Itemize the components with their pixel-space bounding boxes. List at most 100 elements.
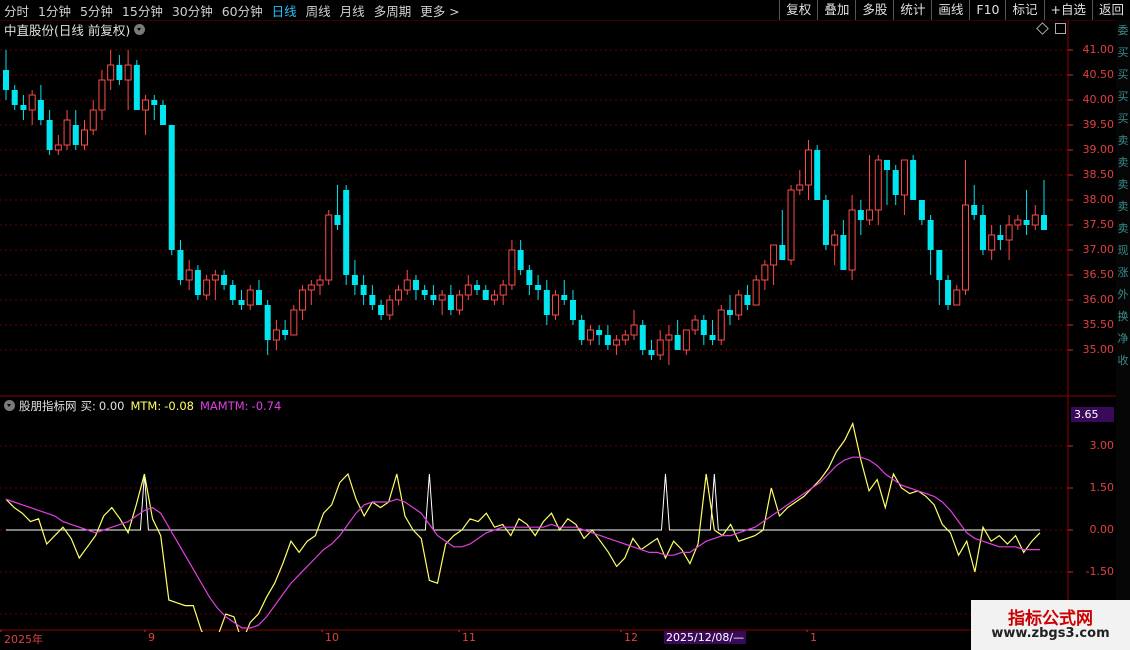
- candle-body-down: [447, 295, 454, 310]
- period-tab-0[interactable]: 分时: [4, 1, 29, 20]
- candle-body-up: [325, 214, 333, 281]
- candle-body-down: [883, 160, 890, 170]
- price-tick-label: 40.00: [1082, 93, 1115, 106]
- candle-body-down: [160, 105, 167, 125]
- candle-body-up: [630, 324, 638, 336]
- toolbar-button-4[interactable]: 画线: [931, 0, 969, 20]
- candle-body-down: [37, 100, 44, 120]
- candle-body-down: [282, 330, 289, 335]
- candle-body-down: [918, 200, 925, 220]
- indicator-name: 股朋指标网: [19, 398, 77, 413]
- candle-body-up: [552, 294, 560, 316]
- indicator-header: 股朋指标网 买: 0.00 MTM: -0.08 MAMTM: -0.74: [4, 398, 281, 413]
- period-tab-3[interactable]: 15分钟: [122, 1, 163, 20]
- candle-body-down: [177, 250, 184, 280]
- candle-body-down: [1023, 220, 1030, 225]
- quote-panel-char: 涨: [1117, 266, 1129, 279]
- candle-body-up: [490, 294, 498, 301]
- x-axis-label: 12: [624, 631, 638, 644]
- candle-body-up: [1005, 224, 1013, 241]
- mamtm-value: -0.74: [251, 398, 282, 413]
- period-tab-2[interactable]: 5分钟: [80, 1, 113, 20]
- candle-body-down: [482, 290, 489, 300]
- candle-body-up: [900, 159, 908, 196]
- chevron-down-icon[interactable]: [4, 400, 15, 411]
- candle-body-up: [682, 329, 690, 351]
- candle-body-down: [578, 320, 585, 340]
- candle-body-up: [508, 249, 516, 286]
- candle-body-up: [456, 294, 464, 311]
- toolbar-button-1[interactable]: 叠加: [817, 0, 855, 20]
- candle-body-up: [272, 329, 280, 341]
- candle-body-down: [700, 320, 707, 335]
- quote-panel-char: 委: [1117, 24, 1129, 37]
- candle-body-down: [892, 170, 899, 195]
- toolbar-button-2[interactable]: 多股: [855, 0, 893, 20]
- quote-panel-char: 买: [1117, 68, 1129, 81]
- candle-body-up: [621, 334, 629, 341]
- period-tab-9[interactable]: 多周期: [374, 1, 412, 20]
- period-tab-4[interactable]: 30分钟: [172, 1, 213, 20]
- candle-body-up: [395, 289, 403, 301]
- quote-panel-strip[interactable]: 委买买买买卖卖卖卖卖现涨外换净收: [1116, 20, 1130, 650]
- toolbar-button-8[interactable]: 返回: [1091, 0, 1130, 20]
- candle-body-up: [735, 294, 743, 316]
- current-value-badge: 3.65: [1071, 407, 1114, 422]
- indicator-tick-label: 1.50: [1089, 481, 1115, 494]
- candle-body-down: [971, 205, 978, 215]
- candle-body-down: [221, 275, 228, 285]
- candle-body-down: [360, 285, 367, 295]
- period-tab-6[interactable]: 日线: [272, 1, 297, 20]
- candle-body-up: [438, 294, 446, 301]
- price-tick-label: 36.00: [1082, 293, 1115, 306]
- toolbar-button-7[interactable]: +自选: [1043, 0, 1092, 20]
- candle-body-up: [107, 64, 115, 81]
- candle-body-up: [874, 159, 882, 211]
- candle-body-down: [639, 325, 646, 350]
- candle-body-up: [796, 184, 804, 191]
- toolbar-button-3[interactable]: 统计: [893, 0, 931, 20]
- quote-panel-char: 换: [1117, 310, 1129, 323]
- candle-body-up: [124, 64, 132, 81]
- toolbar-button-5[interactable]: F10: [969, 0, 1005, 20]
- candle-body-down: [116, 65, 123, 80]
- candle-body-down: [255, 290, 262, 305]
- candle-body-down: [840, 235, 847, 270]
- candle-body-down: [726, 310, 733, 315]
- period-tab-7[interactable]: 周线: [306, 1, 331, 20]
- x-axis-label: 9: [148, 631, 155, 644]
- candle-body-down: [20, 105, 27, 110]
- candle-body-up: [961, 204, 969, 291]
- candle-body-down: [3, 70, 9, 90]
- candle-body-down: [343, 190, 350, 275]
- quote-panel-char: 卖: [1117, 156, 1129, 169]
- toolbar-button-0[interactable]: 复权: [779, 0, 817, 20]
- price-tick-label: 39.50: [1082, 118, 1115, 131]
- candle-body-up: [804, 149, 812, 186]
- candle-body-down: [979, 215, 986, 250]
- candle-body-down: [674, 335, 681, 350]
- candle-body-down: [535, 285, 542, 290]
- x-axis-label: 1: [810, 631, 817, 644]
- quote-panel-char: 买: [1117, 112, 1129, 125]
- toolbar-button-6[interactable]: 标记: [1005, 0, 1043, 20]
- candle-body-down: [474, 285, 481, 290]
- candle-body-down: [779, 245, 786, 260]
- price-chart[interactable]: [0, 20, 1116, 632]
- candle-body-up: [203, 279, 211, 296]
- candle-body-up: [665, 334, 673, 341]
- candle-body-down: [238, 300, 245, 305]
- period-tab-8[interactable]: 月线: [340, 1, 365, 20]
- period-tab-10[interactable]: 更多 >: [420, 1, 459, 20]
- candle-body-down: [351, 275, 358, 285]
- candle-body-up: [89, 109, 97, 131]
- period-tab-1[interactable]: 1分钟: [38, 1, 71, 20]
- candle-body-down: [378, 305, 385, 315]
- candle-body-down: [46, 120, 53, 150]
- quote-panel-char: 买: [1117, 46, 1129, 59]
- period-tab-5[interactable]: 60分钟: [222, 1, 263, 20]
- candle-body-up: [613, 339, 621, 346]
- candle-body-up: [787, 189, 795, 261]
- candle-body-up: [290, 309, 298, 336]
- candle-body-down: [596, 330, 603, 335]
